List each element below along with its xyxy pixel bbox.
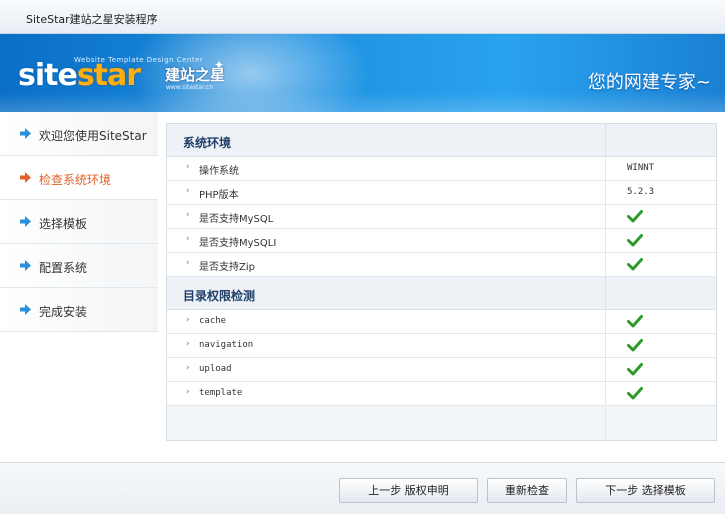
table-row: › template: [167, 382, 716, 406]
check-icon: [627, 210, 643, 223]
panel-footer-blank: [167, 407, 716, 440]
recheck-button[interactable]: 重新检查: [487, 478, 567, 503]
step-welcome[interactable]: 欢迎您使用SiteStar: [0, 112, 158, 156]
step-label: 欢迎您使用SiteStar: [39, 129, 147, 143]
arrow-right-icon: [20, 128, 31, 139]
check-icon: [627, 258, 643, 271]
arrow-right-icon: [20, 172, 31, 183]
table-row: › 是否支持Zip: [167, 253, 716, 277]
header-banner: Website Template Design Center sitestar …: [0, 34, 725, 112]
table-row: › navigation: [167, 334, 716, 358]
dir-perm-header: 目录权限检测: [167, 277, 716, 310]
window-titlebar: SiteStar建站之星安装程序: [0, 0, 725, 34]
banner-slogan: 您的网建专家~: [587, 72, 711, 93]
table-row: › 是否支持MySQLI: [167, 229, 716, 253]
row-name: 是否支持MySQL: [199, 214, 274, 225]
step-label: 检查系统环境: [39, 173, 112, 187]
check-icon: [627, 234, 643, 247]
row-name: navigation: [199, 340, 254, 350]
step-check-env[interactable]: 检查系统环境: [0, 156, 158, 200]
step-configure[interactable]: 配置系统: [0, 244, 158, 288]
table-row: › 操作系统 WINNT: [167, 157, 716, 181]
arrow-right-icon: [20, 260, 31, 271]
chevron-right-icon: ›: [186, 234, 190, 244]
next-step-button[interactable]: 下一步 选择模板: [576, 478, 715, 503]
arrow-right-icon: [20, 304, 31, 315]
system-env-header: 系统环境: [167, 124, 716, 157]
step-label: 选择模板: [39, 217, 88, 231]
logo-word-star: star: [76, 58, 141, 93]
check-icon: [627, 315, 643, 328]
wizard-footer: 上一步 版权申明 重新检查 下一步 选择模板: [0, 462, 725, 514]
env-check-panel: 系统环境 › 操作系统 WINNT › PHP版本 5.2.3 › 是否支持My…: [166, 123, 717, 441]
row-name: cache: [199, 316, 227, 326]
step-label: 完成安装: [39, 305, 88, 319]
section-title: 目录权限检测: [183, 289, 256, 303]
sitestar-logo: sitestar: [18, 58, 141, 93]
sparkle-icon: ✦: [214, 58, 225, 72]
prev-step-button[interactable]: 上一步 版权申明: [339, 478, 478, 503]
row-name: 是否支持Zip: [199, 262, 255, 273]
row-value: WINNT: [627, 163, 655, 173]
row-value: 5.2.3: [627, 187, 655, 197]
chevron-right-icon: ›: [186, 186, 190, 196]
step-select-template[interactable]: 选择模板: [0, 200, 158, 244]
step-finish[interactable]: 完成安装: [0, 288, 158, 332]
table-row: › upload: [167, 358, 716, 382]
arrow-right-icon: [20, 216, 31, 227]
check-icon: [627, 363, 643, 376]
install-steps-sidebar: 欢迎您使用SiteStar 检查系统环境 选择模板 配置系统 完成安装: [0, 112, 158, 462]
check-icon: [627, 339, 643, 352]
chevron-right-icon: ›: [186, 387, 190, 397]
row-name: template: [199, 388, 243, 398]
logo-word-site: site: [18, 58, 78, 93]
chevron-right-icon: ›: [186, 258, 190, 268]
window-title: SiteStar建站之星安装程序: [26, 13, 158, 26]
chevron-right-icon: ›: [186, 210, 190, 220]
row-name: 操作系统: [199, 166, 239, 177]
chevron-right-icon: ›: [186, 315, 190, 325]
chevron-right-icon: ›: [186, 162, 190, 172]
step-label: 配置系统: [39, 261, 88, 275]
check-icon: [627, 387, 643, 400]
chevron-right-icon: ›: [186, 339, 190, 349]
section-title: 系统环境: [183, 136, 232, 150]
table-row: › PHP版本 5.2.3: [167, 181, 716, 205]
chevron-right-icon: ›: [186, 363, 190, 373]
table-row: › 是否支持MySQL: [167, 205, 716, 229]
logo-url: www.sitestar.cn: [166, 84, 213, 91]
row-name: 是否支持MySQLI: [199, 238, 277, 249]
banner-stripe: [0, 92, 725, 112]
table-row: › cache: [167, 310, 716, 334]
row-name: PHP版本: [199, 190, 239, 201]
row-name: upload: [199, 364, 232, 374]
